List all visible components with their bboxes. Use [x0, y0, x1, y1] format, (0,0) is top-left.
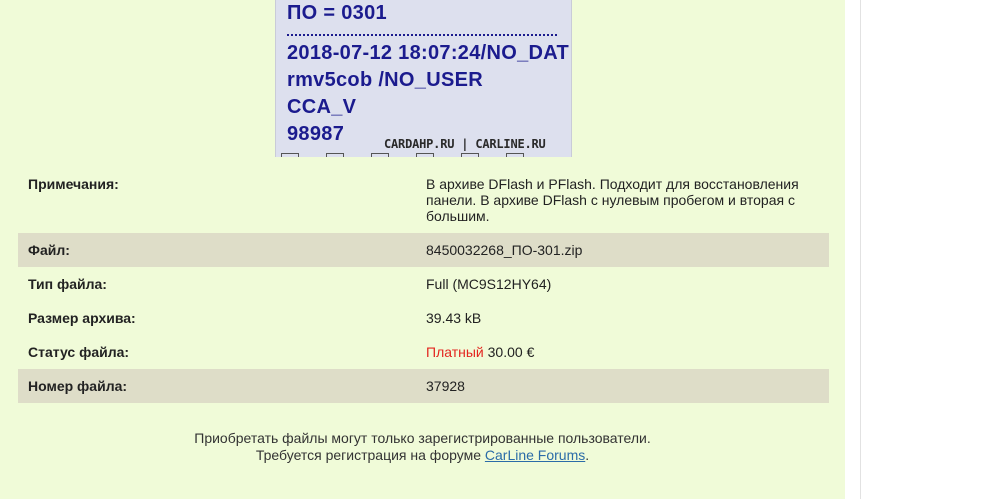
row-archive-size: Размер архива: 39.43 kB	[18, 301, 829, 335]
right-gutter	[845, 0, 861, 499]
photo-line-po: ПО = 0301	[287, 2, 387, 24]
file-type-value: Full (MC9S12HY64)	[426, 276, 552, 292]
photo-device-buttons	[276, 153, 571, 157]
file-number-label: Номер файла:	[18, 369, 416, 403]
file-value: 8450032268_ПО-301.zip	[416, 233, 829, 267]
photo-line-user: rmv5cob /NO_USER	[287, 69, 483, 91]
file-status-value: Платный 30.00 €	[416, 335, 829, 369]
photo-line-cca: CCA_V	[287, 96, 357, 118]
file-status-label: Статус файла:	[28, 344, 130, 360]
photo-line-number: 98987	[287, 123, 345, 145]
notice-line-2-suffix: .	[585, 447, 590, 463]
row-file-type: Тип файла: Full (MC9S12HY64)	[18, 267, 829, 301]
row-file: Файл: 8450032268_ПО-301.zip	[18, 233, 829, 267]
status-paid-badge: Платный	[426, 344, 484, 360]
registration-notice: Приобретать файлы могут только зарегистр…	[0, 430, 845, 464]
photo-line-date: 2018-07-12 18:07:24/NO_DAT	[287, 42, 570, 64]
notice-line-2-prefix: Требуется регистрация на форуме	[255, 447, 481, 463]
photo-watermark: CARDAHP.RU | CARLINE.RU	[384, 137, 546, 151]
status-price: 30.00 €	[487, 344, 535, 360]
content-area: ПО = 0301 2018-07-12 18:07:24/NO_DAT rmv…	[0, 0, 845, 499]
notice-line-2: Требуется регистрация на форуме CarLine …	[0, 447, 845, 464]
archive-size-value: 39.43 kB	[426, 310, 482, 326]
file-type-label: Тип файла:	[28, 276, 107, 292]
firmware-photo: ПО = 0301 2018-07-12 18:07:24/NO_DAT rmv…	[275, 0, 572, 157]
carline-forums-link[interactable]: CarLine Forums	[485, 447, 585, 463]
notes-value: В архиве DFlash и PFlash. Подходит для в…	[426, 176, 799, 224]
row-notes: Примечания: В архиве DFlash и PFlash. По…	[18, 165, 829, 233]
row-file-number: Номер файла: 37928	[18, 369, 829, 403]
file-label: Файл:	[18, 233, 416, 267]
notes-label: Примечания:	[28, 176, 119, 192]
row-file-status: Статус файла: Платный 30.00 €	[18, 335, 829, 369]
archive-size-label: Размер архива:	[28, 310, 136, 326]
file-details-table: Примечания: В архиве DFlash и PFlash. По…	[18, 165, 829, 403]
file-number-value: 37928	[416, 369, 829, 403]
notice-line-1: Приобретать файлы могут только зарегистр…	[194, 430, 651, 446]
photo-divider	[287, 34, 557, 36]
